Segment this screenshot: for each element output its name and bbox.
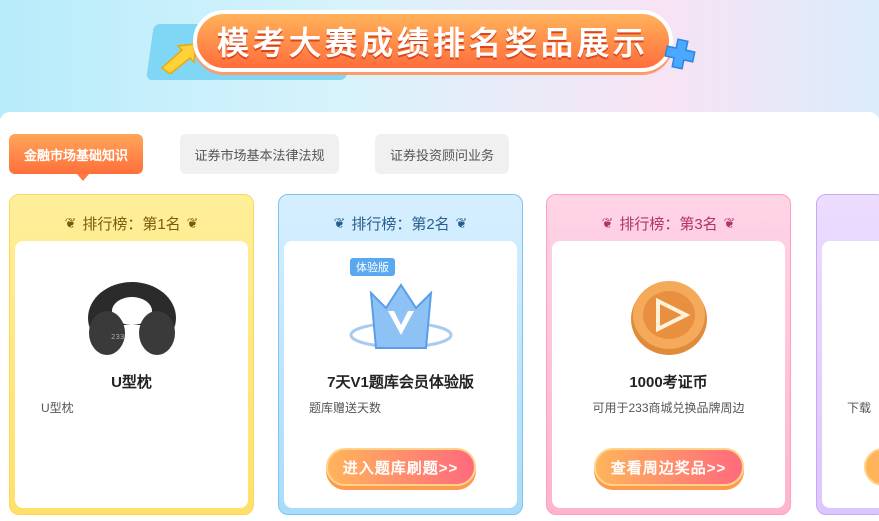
tab-securities-law[interactable]: 证券市场基本法律法规 — [180, 134, 339, 174]
prize-card-rank-1: ❦ 排行榜：第1名 ❦ 233 U型枕 U型枕 — [9, 194, 254, 515]
svg-text:233: 233 — [111, 333, 124, 341]
coin-icon — [630, 281, 707, 355]
laurel-left-icon: ❦ — [64, 214, 77, 231]
prize-card-rank-4-partial: 下载 — [816, 194, 879, 515]
rank-label: 排行榜：第1名 — [82, 215, 181, 233]
trial-badge: 体验版 — [350, 258, 395, 276]
prize-card-body: 下载 — [822, 241, 879, 508]
prize-name: U型枕 — [111, 374, 152, 391]
tab-financial-market-basics[interactable]: 金融市场基础知识 — [9, 134, 143, 181]
tab-label: 证券市场基本法律法规 — [194, 147, 325, 163]
rank-header: ❦ 排行榜：第2名 ❦ — [284, 200, 517, 246]
vip-crown-icon — [349, 283, 452, 349]
prize-card-body: 233 U型枕 U型枕 — [15, 241, 248, 508]
tab-label: 证券投资顾问业务 — [389, 147, 494, 163]
prize-card-rank-3: ❦ 排行榜：第3名 ❦ 1000考证币 可用于233商城兑换品牌周边 查看周边奖… — [546, 194, 791, 515]
laurel-left-icon: ❦ — [601, 214, 614, 231]
laurel-right-icon: ❦ — [455, 214, 468, 231]
prize-name: 1000考证币 — [629, 374, 708, 391]
rank-label: 排行榜：第3名 — [619, 215, 718, 233]
prize-name: 7天V1题库会员体验版 — [327, 374, 474, 391]
u-pillow-icon: 233 — [87, 282, 176, 355]
tab-label: 金融市场基础知识 — [23, 147, 128, 163]
rank-label: 排行榜：第2名 — [351, 215, 450, 233]
prize-description: U型枕 — [41, 401, 74, 415]
enter-question-bank-button[interactable]: 进入题库刷题>> — [325, 448, 476, 486]
laurel-right-icon: ❦ — [723, 214, 736, 231]
rank-header: ❦ 排行榜：第3名 ❦ — [552, 200, 785, 246]
prize-card-body: 体验版 7天V1题库会员体验版 题库赠送天数 进入题库刷题>> — [284, 241, 517, 508]
tab-investment-advisory[interactable]: 证券投资顾问业务 — [375, 134, 509, 174]
view-merch-prizes-button[interactable]: 查看周边奖品>> — [593, 448, 744, 486]
page-title: 模考大赛成绩排名奖品展示 — [216, 24, 649, 62]
prize-description: 下载 — [847, 401, 872, 415]
prize-description: 题库赠送天数 — [309, 401, 382, 415]
prize-card-rank-2: ❦ 排行榜：第2名 ❦ 体验版 7天V1题库会员体验版 题库赠送天数 进入题库刷… — [278, 194, 523, 515]
prize-card-body: 1000考证币 可用于233商城兑换品牌周边 查看周边奖品>> — [552, 241, 785, 508]
laurel-left-icon: ❦ — [333, 214, 346, 231]
partial-action-button[interactable] — [864, 448, 879, 486]
rank-header: ❦ 排行榜：第1名 ❦ — [15, 200, 248, 246]
cross-decor-icon — [664, 38, 696, 70]
banner-title-badge: 模考大赛成绩排名奖品展示 — [193, 10, 673, 72]
prize-description: 可用于233商城兑换品牌周边 — [592, 401, 745, 415]
laurel-right-icon: ❦ — [186, 214, 199, 231]
